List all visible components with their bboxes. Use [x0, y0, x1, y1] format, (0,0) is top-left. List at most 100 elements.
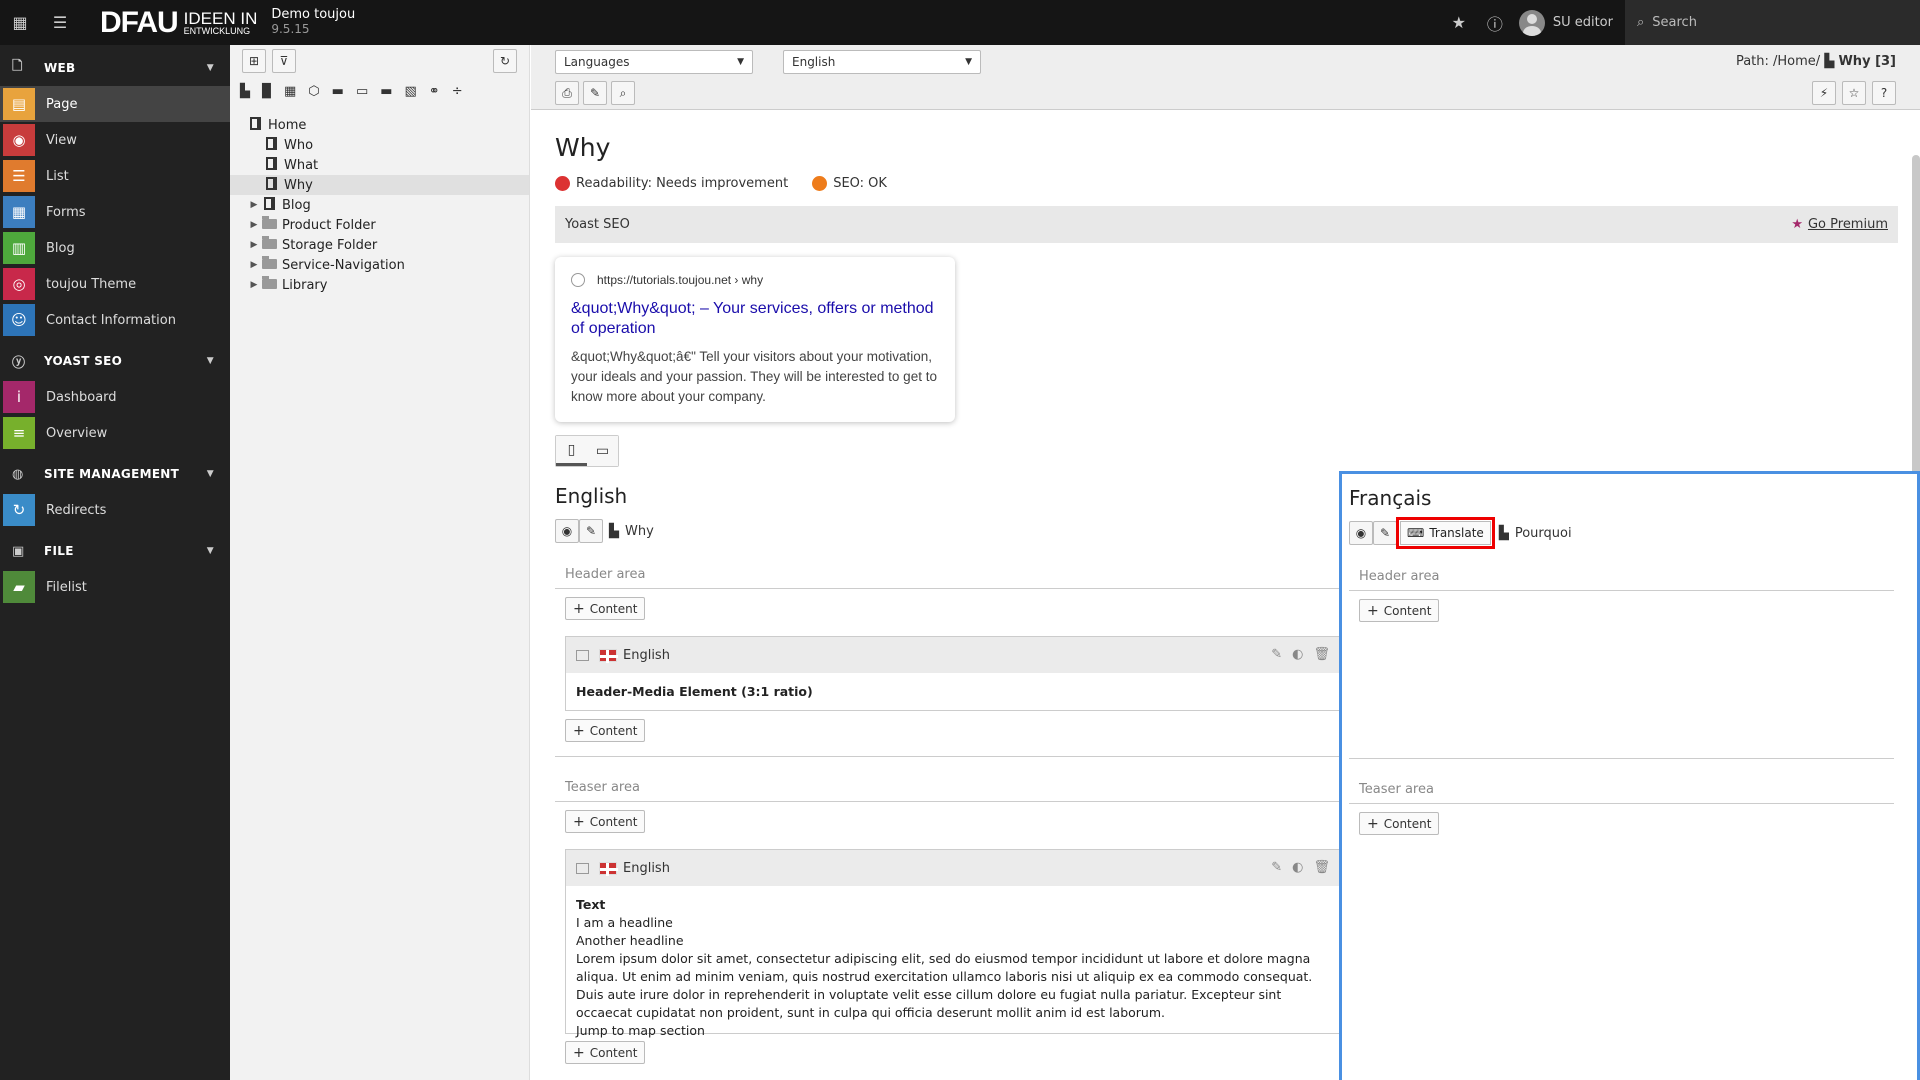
- module-filelist[interactable]: ▰ Filelist: [0, 569, 230, 605]
- eye-icon[interactable]: ◉: [555, 519, 579, 543]
- search-input[interactable]: [1652, 15, 1873, 30]
- view-select[interactable]: Languages ▼: [555, 50, 753, 74]
- recycler-doktype-icon[interactable]: ▧: [405, 84, 417, 99]
- group-file[interactable]: ▣ FILE ▼: [0, 533, 230, 569]
- toggle-visibility-icon[interactable]: ◐: [1292, 860, 1303, 875]
- chain-link-icon[interactable]: ⚭: [429, 84, 440, 99]
- form-icon: ▦: [3, 196, 35, 228]
- search-box[interactable]: ⌕: [1625, 0, 1920, 45]
- translate-button[interactable]: ⌨ Translate: [1396, 517, 1495, 549]
- user-menu[interactable]: SU editor: [1518, 9, 1613, 36]
- header-area-label: Header area: [1359, 569, 1440, 584]
- filter-icon[interactable]: ⊽: [272, 49, 296, 73]
- module-view[interactable]: ◉ View: [0, 122, 230, 158]
- edit-icon[interactable]: ✎: [1373, 521, 1397, 545]
- add-content-button[interactable]: + Content: [1359, 812, 1440, 835]
- grid-doktype-icon[interactable]: ▦: [284, 84, 296, 99]
- english-flag-icon: [599, 861, 618, 876]
- edit-page-icon[interactable]: ✎: [583, 81, 607, 105]
- toggle-visibility-icon[interactable]: ◐: [1292, 647, 1303, 662]
- tree-node-why[interactable]: Why: [230, 175, 529, 195]
- module-redirects[interactable]: ↻ Redirects: [0, 492, 230, 528]
- tree-node-product-folder[interactable]: ▶ Product Folder: [230, 215, 529, 235]
- tree-node-storage-folder[interactable]: ▶ Storage Folder: [230, 235, 529, 255]
- edit-icon[interactable]: ✎: [1271, 860, 1282, 875]
- group-yoast-seo[interactable]: ⓨ YOAST SEO ▼: [0, 343, 230, 379]
- eye-icon[interactable]: ◉: [1349, 521, 1373, 545]
- tree-node-service-navigation[interactable]: ▶ Service-Navigation: [230, 255, 529, 275]
- module-menu: 🗋 WEB ▼ ▤ Page ◉ View ☰ List ▦ Forms ▥ B…: [0, 45, 230, 1080]
- module-blog[interactable]: ▥ Blog: [0, 230, 230, 266]
- logo[interactable]: DFAU IDEEN IN ENTWICKLUNG: [100, 0, 257, 45]
- page-tree: Home Who What Why ▶ Blog ▶ Product Folde…: [230, 115, 529, 295]
- caret-down-icon: ▼: [206, 469, 214, 479]
- search-icon[interactable]: ⌕: [611, 81, 635, 105]
- edit-icon[interactable]: ✎: [579, 519, 603, 543]
- shortcut-doktype-icon[interactable]: ▬: [332, 84, 344, 99]
- module-toujou-theme[interactable]: ◎ toujou Theme: [0, 266, 230, 302]
- link-doktype-icon[interactable]: ▭: [356, 84, 368, 99]
- go-premium-link[interactable]: Go Premium: [1808, 217, 1888, 232]
- snippet-title[interactable]: &quot;Why&quot; – Your services, offers …: [571, 299, 939, 339]
- group-web[interactable]: 🗋 WEB ▼: [0, 50, 230, 86]
- eye-icon: ◉: [3, 124, 35, 156]
- globe-icon: [571, 273, 585, 287]
- apps-grid-icon[interactable]: ▦: [0, 0, 40, 45]
- expand-icon[interactable]: ▶: [248, 260, 260, 270]
- delete-icon[interactable]: 🗑: [1313, 860, 1330, 875]
- yoast-panel-header[interactable]: Yoast SEO ★ Go Premium: [555, 206, 1898, 243]
- expand-icon[interactable]: ▶: [248, 280, 260, 290]
- menu-list-icon[interactable]: ☰: [40, 0, 80, 45]
- add-content-button[interactable]: + Content: [565, 1041, 646, 1064]
- group-site-management[interactable]: ◍ SITE MANAGEMENT ▼: [0, 456, 230, 492]
- module-list[interactable]: ☰ List: [0, 158, 230, 194]
- tree-node-library[interactable]: ▶ Library: [230, 275, 529, 295]
- module-forms[interactable]: ▦ Forms: [0, 194, 230, 230]
- document-doktype-icon[interactable]: ▉: [262, 84, 272, 99]
- tree-node-home[interactable]: Home: [230, 115, 529, 135]
- delete-icon[interactable]: 🗑: [1313, 647, 1330, 662]
- help-icon[interactable]: ?: [1872, 81, 1896, 105]
- module-contact-information[interactable]: ☺ Contact Information: [0, 302, 230, 338]
- edit-icon[interactable]: ✎: [1271, 647, 1282, 662]
- view-page-icon[interactable]: ⎙: [555, 81, 579, 105]
- content-element-header-media[interactable]: English ✎ ◐ 🗑 Header-Media Element (3:1 …: [565, 636, 1341, 711]
- add-content-button[interactable]: + Content: [1359, 599, 1440, 622]
- header-area-label: Header area: [565, 567, 646, 582]
- desktop-icon[interactable]: ▭: [587, 436, 618, 466]
- folder-doktype-icon[interactable]: ▬: [380, 84, 392, 99]
- module-overview[interactable]: ≡ Overview: [0, 415, 230, 451]
- divider-doktype-icon[interactable]: ÷: [452, 84, 463, 99]
- bookmark-star-icon[interactable]: ☆: [1842, 81, 1866, 105]
- add-content-button[interactable]: + Content: [565, 597, 646, 620]
- language-select[interactable]: English ▼: [783, 50, 981, 74]
- site-name: Demo toujou: [271, 7, 356, 23]
- page-doktype-icon[interactable]: ▙: [240, 84, 250, 99]
- document-icon: 🗋: [12, 59, 23, 74]
- bookmark-star-icon[interactable]: ★: [1441, 13, 1477, 32]
- mobile-icon[interactable]: ▯: [556, 436, 587, 466]
- add-content-button[interactable]: + Content: [565, 810, 646, 833]
- tree-node-blog[interactable]: ▶ Blog: [230, 195, 529, 215]
- page-icon: ▙: [609, 523, 619, 539]
- fingerprint-icon: ◎: [3, 268, 35, 300]
- help-icon[interactable]: ⓘ: [1477, 11, 1513, 35]
- content-element-text[interactable]: English ✎ ◐ 🗑 Text I am a headline Anoth…: [565, 849, 1341, 1038]
- clear-cache-icon[interactable]: ⚡: [1812, 81, 1836, 105]
- refresh-icon[interactable]: ↻: [493, 49, 517, 73]
- tree-node-who[interactable]: Who: [230, 135, 529, 155]
- tree-node-what[interactable]: What: [230, 155, 529, 175]
- cube-doktype-icon[interactable]: ⬡: [308, 84, 319, 99]
- module-dashboard[interactable]: i Dashboard: [0, 379, 230, 415]
- module-page[interactable]: ▤ Page: [0, 86, 230, 122]
- add-content-button[interactable]: + Content: [565, 719, 646, 742]
- expand-icon[interactable]: ▶: [248, 240, 260, 250]
- content-type-icon: [576, 862, 589, 874]
- expand-icon[interactable]: ▶: [248, 220, 260, 230]
- new-page-icon[interactable]: ⊞: [242, 49, 266, 73]
- folder-icon: [260, 276, 278, 292]
- doc-header: Languages ▼ English ▼ ⎙ ✎ ⌕ Path: /Home/…: [531, 45, 1920, 110]
- expand-icon[interactable]: ▶: [248, 200, 260, 210]
- chevron-down-icon: ▼: [965, 57, 972, 67]
- redirect-icon: ↻: [3, 494, 35, 526]
